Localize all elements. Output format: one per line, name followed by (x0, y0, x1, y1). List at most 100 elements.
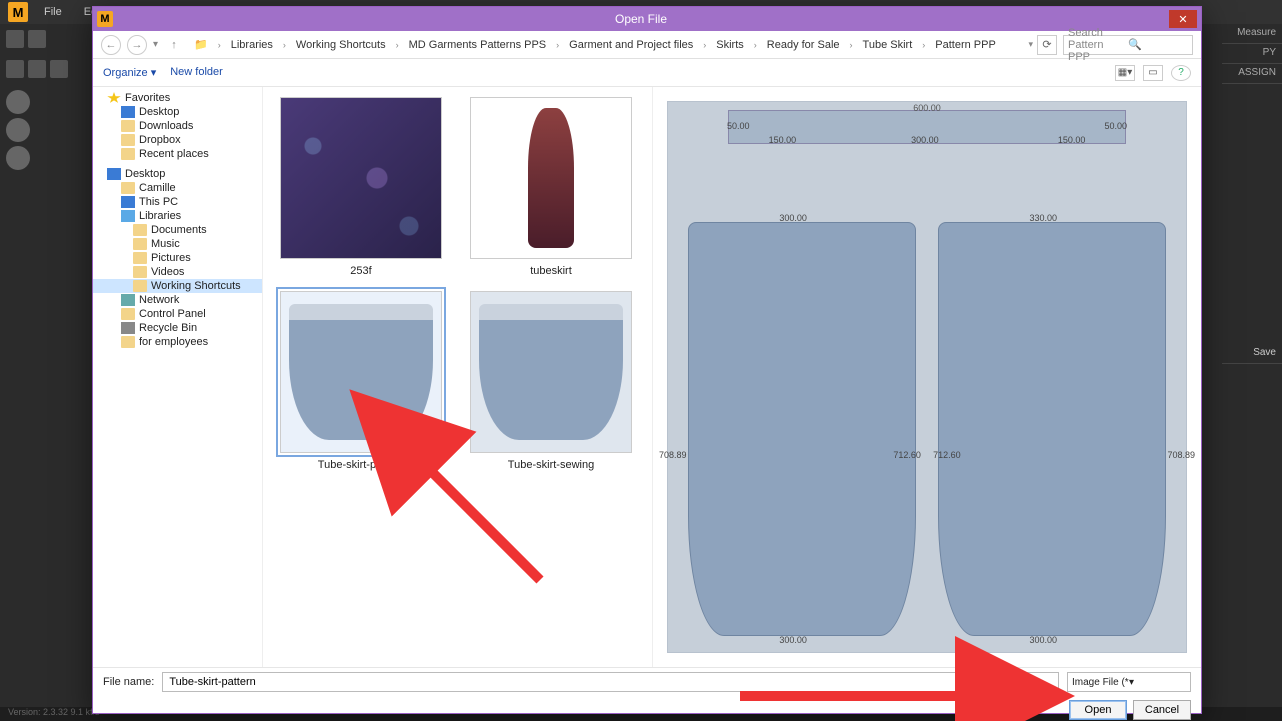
assign-label: ASSIGN (1222, 64, 1282, 84)
folder-tree: Favorites Desktop Downloads Dropbox Rece… (93, 87, 263, 667)
tool-icon[interactable] (6, 30, 24, 48)
avatar-icon[interactable] (6, 146, 30, 170)
menu-file[interactable]: File (34, 2, 72, 22)
close-button[interactable]: ✕ (1169, 10, 1197, 28)
breadcrumb-item[interactable]: Ready for Sale (763, 37, 844, 53)
left-tool-strip (0, 24, 92, 721)
dialog-nav: ← → ▾ ↑ 📁› Libraries› Working Shortcuts›… (93, 31, 1201, 59)
breadcrumb-item[interactable]: Skirts (712, 37, 748, 53)
dimension-label: 708.89 (1167, 450, 1195, 460)
breadcrumb: 📁› Libraries› Working Shortcuts› MD Garm… (190, 36, 1022, 53)
dimension-label: 300.00 (779, 213, 807, 223)
search-icon: 🔍 (1128, 38, 1188, 51)
dialog-toolbar: Organize ▾ New folder ▦▾ ▭ ? (93, 59, 1201, 87)
tree-item[interactable]: Camille (93, 181, 262, 195)
tree-item[interactable]: Music (93, 237, 262, 251)
breadcrumb-item[interactable]: Working Shortcuts (292, 37, 390, 53)
preview-toggle-button[interactable]: ▭ (1143, 65, 1163, 81)
preview-pane: 600.00 50.00 50.00 150.00 300.00 150.00 … (653, 87, 1201, 667)
breadcrumb-item[interactable]: Libraries (227, 37, 277, 53)
dialog-title: Open File (113, 12, 1169, 26)
dimension-label: 330.00 (1029, 213, 1057, 223)
tree-favorites[interactable]: Favorites (93, 91, 262, 105)
avatar-icon[interactable] (6, 90, 30, 114)
breadcrumb-item[interactable]: MD Garments Patterns PPS (405, 37, 551, 53)
filename-label: File name: (103, 676, 154, 688)
breadcrumb-item[interactable]: Pattern PPP (931, 37, 1000, 53)
cancel-button[interactable]: Cancel (1133, 700, 1191, 720)
open-button[interactable]: Open (1069, 700, 1127, 720)
tool-icon[interactable] (28, 30, 46, 48)
search-input[interactable]: Search Pattern PPP 🔍 (1063, 35, 1193, 55)
filetype-select[interactable]: Image File (*.jpg *.jpeg *.png *.▾ (1067, 672, 1191, 692)
thumbnail-image (280, 97, 442, 259)
tree-desktop[interactable]: Desktop (93, 167, 262, 181)
dimension-label: 150.00 (769, 135, 797, 145)
dimension-label: 712.60 (893, 450, 921, 460)
filename-input[interactable] (162, 672, 1059, 692)
chevron-down-icon: ▾ (1129, 677, 1186, 688)
dimension-label: 50.00 (1104, 121, 1127, 131)
pattern-waistband: 600.00 50.00 50.00 150.00 300.00 150.00 (728, 110, 1126, 144)
pattern-piece-back: 330.00 712.60 708.89 300.00 (938, 222, 1166, 636)
app-logo-icon: M (8, 2, 28, 22)
save-button[interactable]: Save (1222, 344, 1282, 364)
nav-back-button[interactable]: ← (101, 35, 121, 55)
file-name: Tube-skirt-sewing (508, 459, 594, 471)
tree-item[interactable]: Dropbox (93, 133, 262, 147)
cursor-icon: ↖ (366, 377, 375, 390)
nav-forward-button[interactable]: → (127, 35, 147, 55)
file-name: Tube-skirt-pattern (318, 459, 404, 471)
thumbnail-image: ↖ (280, 291, 442, 453)
nav-up-button[interactable]: ↑ (164, 35, 184, 55)
folder-icon: 📁 (190, 36, 212, 53)
right-panel: Measure PY ASSIGN Save (1222, 24, 1282, 721)
file-grid: 253f tubeskirt ↖ Tube-skirt-pattern Tube… (263, 87, 653, 667)
thumbnail-image (470, 291, 632, 453)
dimension-label: 50.00 (727, 121, 750, 131)
dialog-titlebar: M Open File ✕ (93, 7, 1201, 31)
file-thumb[interactable]: Tube-skirt-sewing (463, 291, 639, 471)
file-name: 253f (350, 265, 371, 277)
tree-item[interactable]: Desktop (93, 105, 262, 119)
tree-item[interactable]: Recent places (93, 147, 262, 161)
measure-label: Measure (1222, 24, 1282, 44)
tool-icon[interactable] (28, 60, 46, 78)
tree-item[interactable]: Control Panel (93, 307, 262, 321)
view-mode-button[interactable]: ▦▾ (1115, 65, 1135, 81)
tree-item[interactable]: Videos (93, 265, 262, 279)
avatar-icon[interactable] (6, 118, 30, 142)
file-thumb[interactable]: tubeskirt (463, 97, 639, 277)
tree-item[interactable]: This PC (93, 195, 262, 209)
dimension-label: 300.00 (1029, 635, 1057, 645)
dimension-label: 150.00 (1058, 135, 1086, 145)
tool-icon[interactable] (50, 60, 68, 78)
file-thumb-selected[interactable]: ↖ Tube-skirt-pattern (273, 291, 449, 471)
tree-item[interactable]: Network (93, 293, 262, 307)
breadcrumb-item[interactable]: Tube Skirt (859, 37, 917, 53)
new-folder-button[interactable]: New folder (170, 66, 223, 79)
file-thumb[interactable]: 253f (273, 97, 449, 277)
dimension-label: 300.00 (779, 635, 807, 645)
tree-item-selected[interactable]: Working Shortcuts (93, 279, 262, 293)
breadcrumb-dropdown-icon[interactable]: ▾ (1028, 39, 1033, 50)
copy-label: PY (1222, 44, 1282, 64)
tree-item[interactable]: Pictures (93, 251, 262, 265)
tree-item[interactable]: for employees (93, 335, 262, 349)
tree-item[interactable]: Recycle Bin (93, 321, 262, 335)
dialog-app-icon: M (97, 11, 113, 27)
chevron-down-icon[interactable]: ▾ (153, 39, 158, 50)
refresh-button[interactable]: ⟳ (1037, 35, 1057, 55)
help-button[interactable]: ? (1171, 65, 1191, 81)
dimension-label: 600.00 (729, 103, 1125, 113)
thumbnail-image (470, 97, 632, 259)
organize-button[interactable]: Organize ▾ (103, 66, 156, 79)
search-placeholder: Search Pattern PPP (1068, 27, 1128, 63)
tree-libraries[interactable]: Libraries (93, 209, 262, 223)
preview-image: 600.00 50.00 50.00 150.00 300.00 150.00 … (667, 101, 1187, 653)
dimension-label: 300.00 (911, 135, 939, 145)
tree-item[interactable]: Downloads (93, 119, 262, 133)
breadcrumb-item[interactable]: Garment and Project files (565, 37, 697, 53)
tree-item[interactable]: Documents (93, 223, 262, 237)
tool-icon[interactable] (6, 60, 24, 78)
